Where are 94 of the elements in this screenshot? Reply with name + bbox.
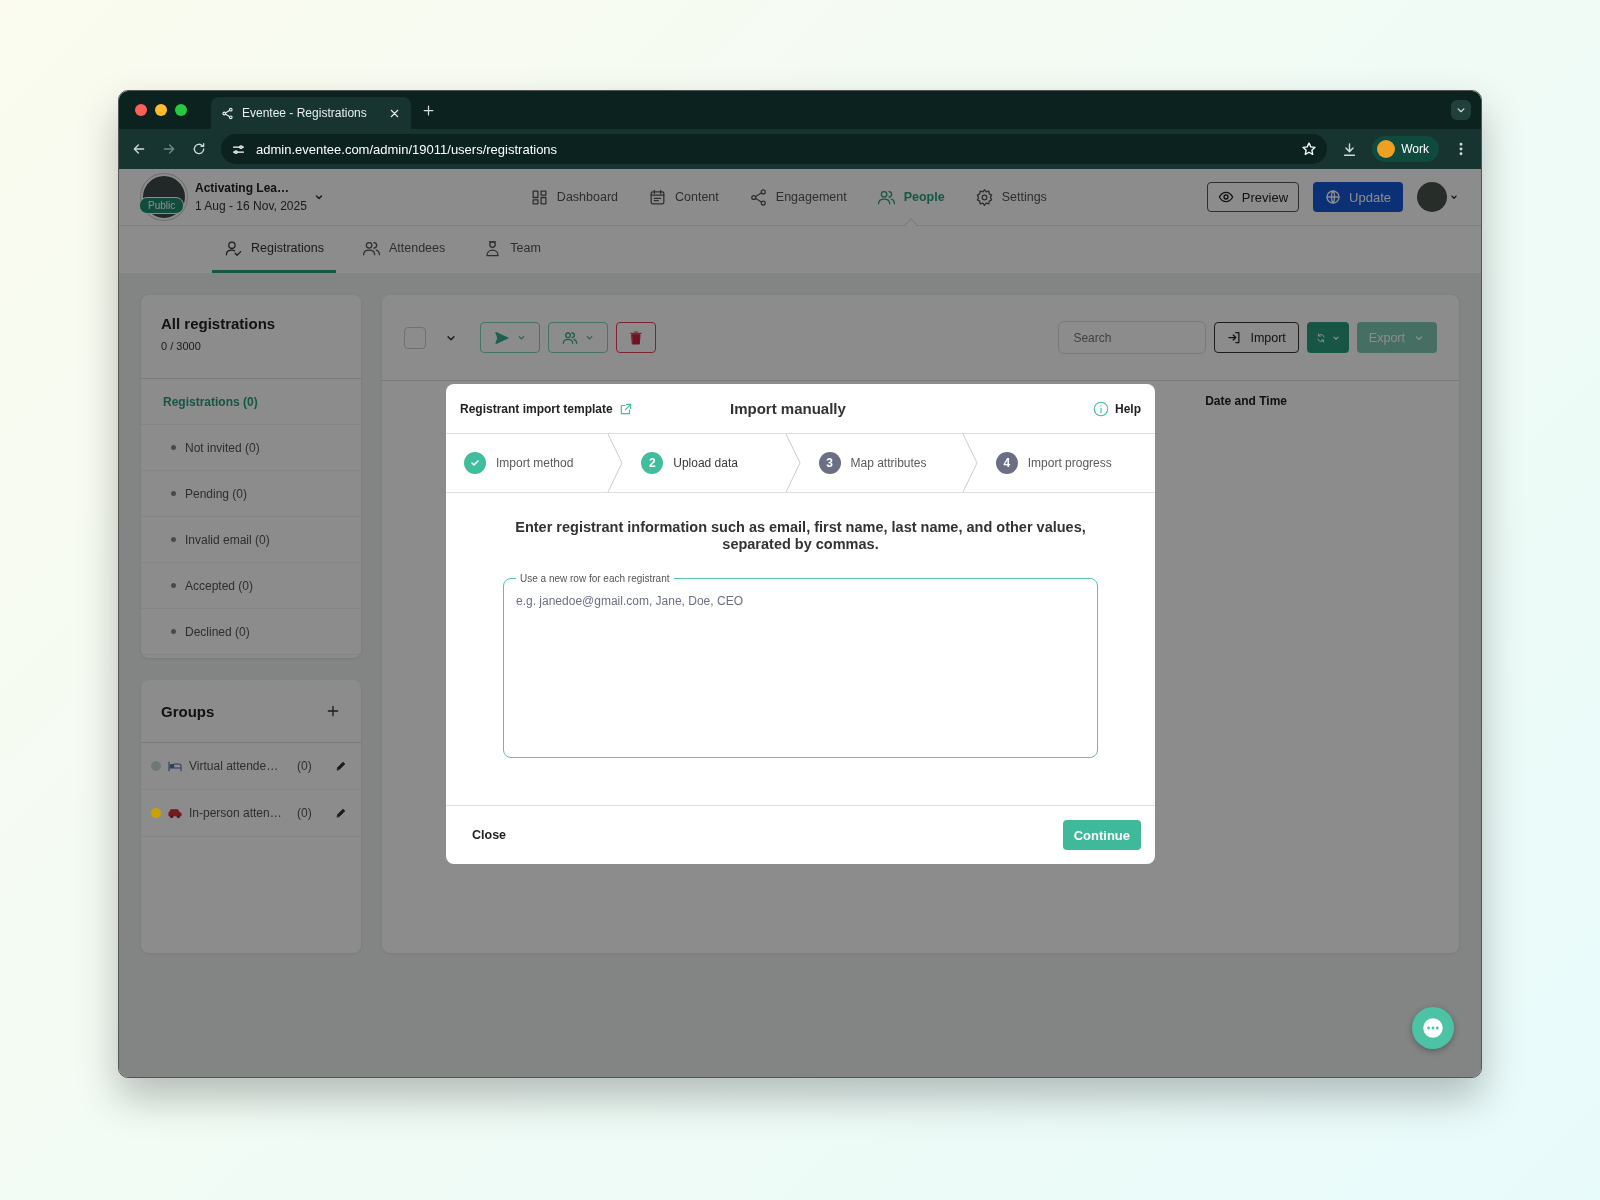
chat-icon: [1420, 1015, 1446, 1041]
filter-item[interactable]: Registrations (0): [141, 379, 361, 425]
template-link[interactable]: Registrant import template: [460, 401, 730, 416]
nav-item[interactable]: Engagement: [748, 187, 847, 207]
column-header: Date and Time: [1205, 394, 1287, 408]
address-bar[interactable]: admin.eventee.com/admin/19011/users/registrations: [221, 134, 1328, 164]
filter-label: Not invited (0): [185, 440, 260, 455]
new-tab-icon[interactable]: [421, 102, 436, 118]
import-icon: [1227, 330, 1243, 345]
tab-favicon-icon: [221, 106, 234, 120]
filter-item[interactable]: Not invited (0): [141, 425, 361, 471]
external-link-icon: [618, 401, 633, 416]
chevron-divider-icon: [961, 434, 978, 492]
trash-icon: [628, 329, 644, 346]
import-button[interactable]: Import: [1214, 322, 1299, 353]
help-button[interactable]: Help: [1092, 399, 1141, 418]
step-label: Import method: [496, 456, 574, 470]
tab-title: Eventee - Registrations: [242, 106, 368, 120]
bullet-icon: [171, 445, 176, 450]
nav-item[interactable]: Content: [648, 187, 719, 207]
eye-icon: [1217, 189, 1234, 205]
window-control-button[interactable]: [135, 104, 147, 116]
chevron-divider-icon: [784, 434, 801, 492]
step-label: Map attributes: [850, 456, 927, 470]
search-field[interactable]: Search: [1058, 321, 1207, 354]
sub-tab[interactable]: Registrations: [212, 226, 336, 273]
user-avatar[interactable]: [1417, 182, 1447, 212]
dialog-title: Import manually: [730, 400, 846, 417]
window-control-button[interactable]: [175, 104, 187, 116]
preview-button[interactable]: Preview: [1206, 182, 1300, 212]
event-dates: 1 Aug - 16 Nov, 2025: [195, 199, 307, 213]
field-label: Use a new row for each registrant: [519, 573, 671, 584]
bullet-icon: [171, 629, 176, 634]
edit-button[interactable]: [335, 760, 347, 772]
chevron-divider-icon: [607, 434, 624, 492]
star-icon[interactable]: [1301, 141, 1318, 157]
filter-label: Accepted (0): [185, 578, 254, 593]
bullet-icon: [171, 537, 176, 542]
url-text: admin.eventee.com/admin/19011/users/registrations: [256, 141, 559, 157]
tab-list-button[interactable]: [1451, 100, 1471, 120]
filter-label: Declined (0): [185, 624, 250, 639]
step-number: 2: [641, 452, 664, 474]
group-name: In-person atten…: [189, 806, 283, 820]
filter-label: Pending (0): [185, 486, 248, 501]
bullet-icon: [171, 491, 176, 496]
close-button[interactable]: Close: [472, 828, 507, 842]
filter-label: Invalid email (0): [185, 532, 270, 547]
card-title: All registrations: [161, 315, 277, 332]
sub-tab[interactable]: Team: [471, 226, 553, 273]
profile-avatar: [1377, 140, 1396, 158]
send-icon: [493, 329, 510, 346]
step-number: 4: [995, 452, 1018, 474]
calendar-icon: [648, 187, 667, 207]
step-number: 3: [818, 452, 841, 474]
chat-button[interactable]: [1412, 1007, 1454, 1049]
window-control-button[interactable]: [155, 104, 167, 116]
instruction-text: Enter registrant information such as email, first name, last name, and other values, separated by commas.: [514, 519, 1087, 553]
globe-icon: [1325, 189, 1342, 205]
filter-item[interactable]: Declined (0): [141, 609, 361, 655]
event-name: Activating Lea…: [195, 181, 291, 195]
filter-item[interactable]: Accepted (0): [141, 563, 361, 609]
group-item[interactable]: In-person atten… (0): [141, 790, 361, 837]
select-all-checkbox[interactable]: [404, 326, 426, 349]
continue-button[interactable]: Continue: [1062, 820, 1141, 850]
step-label: Upload data: [673, 456, 738, 470]
group-item[interactable]: Virtual attende… (0): [141, 743, 361, 790]
info-icon: [1092, 399, 1110, 418]
nav-item[interactable]: Dashboard: [529, 187, 618, 207]
forward-icon[interactable]: [161, 141, 177, 157]
settings-icon: [974, 187, 994, 207]
profile-button[interactable]: Work: [1372, 136, 1439, 162]
edit-button[interactable]: [335, 807, 347, 819]
add-group-button[interactable]: [325, 703, 341, 719]
filter-item[interactable]: Invalid email (0): [141, 517, 361, 563]
public-badge: Public: [139, 197, 185, 214]
bullet-icon: [171, 583, 176, 588]
share-icon: [748, 187, 768, 207]
group-count: (0): [297, 759, 312, 773]
group-count: (0): [297, 806, 312, 820]
filter-item[interactable]: Pending (0): [141, 471, 361, 517]
registration-count: 0 / 3000: [161, 340, 202, 352]
nav-item[interactable]: Settings: [974, 187, 1047, 207]
back-icon[interactable]: [131, 141, 147, 157]
browser-tab[interactable]: Eventee - Registrations: [211, 97, 411, 129]
step-label: Import progress: [1027, 456, 1112, 470]
group-name: Virtual attende…: [189, 759, 280, 773]
registrants-field[interactable]: Use a new row for each registrant e.g. janedoe@gmail.com, Jane, Doe, CEO: [503, 573, 1098, 758]
sync-button[interactable]: [1306, 322, 1349, 353]
reload-icon[interactable]: [191, 141, 207, 157]
people-icon: [561, 329, 578, 346]
delete-button[interactable]: [616, 322, 656, 353]
update-button[interactable]: Update: [1313, 182, 1403, 212]
sub-tab[interactable]: Attendees: [349, 226, 458, 273]
card-title: Groups: [161, 702, 215, 720]
